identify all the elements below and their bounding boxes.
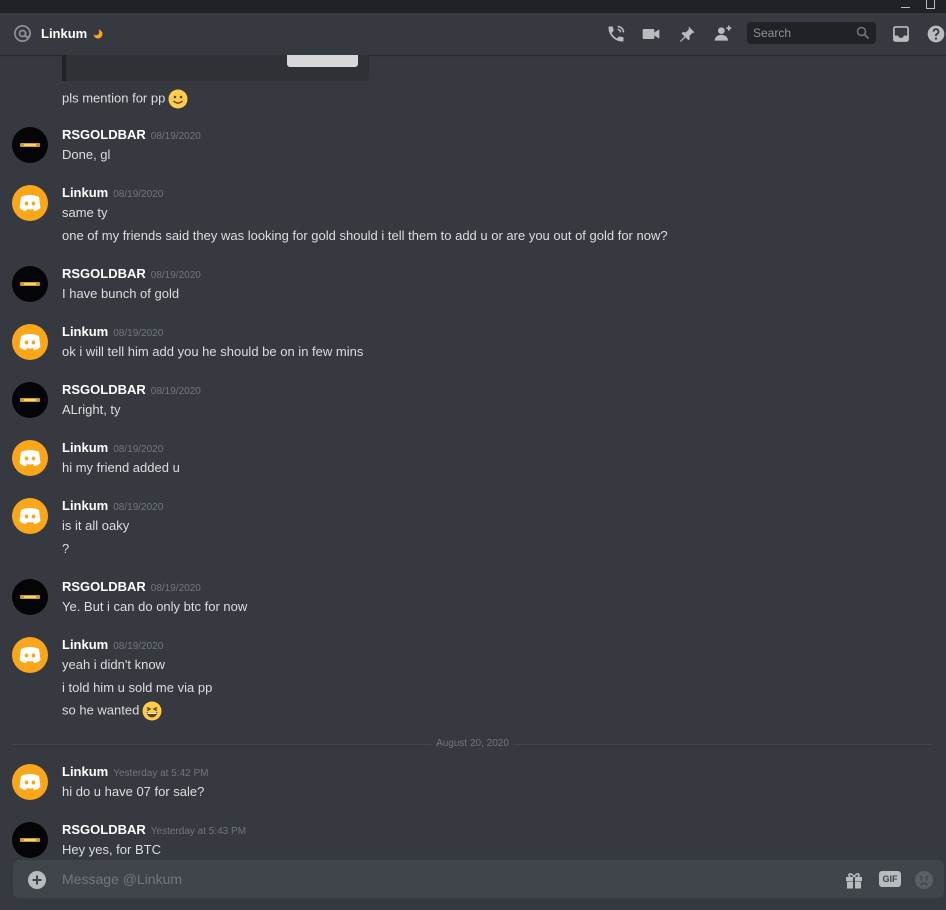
message-timestamp: Yesterday at 5:43 PM <box>150 826 247 837</box>
slightly-smiling-face-emoji <box>168 89 188 109</box>
embed-button[interactable] <box>287 55 358 67</box>
pin-icon[interactable] <box>676 24 698 44</box>
message-text: ALright, ty <box>62 402 121 417</box>
message-text: Ye. But i can do only btc for now <box>62 599 248 614</box>
message-list[interactable]: pls mention for pp RSGOLDBAR 08/19/2020 D… <box>0 55 946 860</box>
message-author[interactable]: Linkum <box>62 440 108 455</box>
message-author[interactable]: Linkum <box>62 185 108 200</box>
message-text: ok i will tell him add you he should be … <box>62 344 364 359</box>
message-text: one of my friends said they was looking … <box>62 228 668 243</box>
message-text: hi my friend added u <box>62 460 180 475</box>
message-text: so he wanted <box>62 702 140 718</box>
message-text: I have bunch of gold <box>62 286 180 301</box>
message-author[interactable]: Linkum <box>62 498 108 513</box>
message-text: ? <box>62 541 70 556</box>
discord-logo-icon <box>19 774 41 790</box>
message-composer: GIF <box>13 860 944 898</box>
maximize-icon[interactable] <box>926 0 935 9</box>
avatar[interactable] <box>12 822 48 858</box>
message-text: i told him u sold me via pp <box>62 680 213 695</box>
help-icon[interactable] <box>925 24 946 44</box>
message-author[interactable]: RSGOLDBAR <box>62 382 146 397</box>
message-author[interactable]: Linkum <box>62 324 108 339</box>
message-timestamp: 08/19/2020 <box>150 386 201 397</box>
discord-logo-icon <box>19 334 41 350</box>
avatar[interactable] <box>12 127 48 163</box>
gold-bar-avatar-icon <box>20 282 40 286</box>
avatar[interactable] <box>12 440 48 476</box>
emoji-picker-icon[interactable] <box>914 870 934 890</box>
message-text: same ty <box>62 205 108 220</box>
search-input[interactable] <box>747 22 853 44</box>
inbox-icon[interactable] <box>890 24 912 44</box>
message-input[interactable] <box>62 860 822 898</box>
video-icon[interactable] <box>640 24 662 44</box>
gold-bar-avatar-icon <box>20 595 40 599</box>
discord-logo-icon <box>19 647 41 663</box>
message-timestamp: 08/19/2020 <box>113 328 164 339</box>
discord-logo-icon <box>19 508 41 524</box>
message-timestamp: 08/19/2020 <box>113 444 164 455</box>
avatar[interactable] <box>12 764 48 800</box>
avatar[interactable] <box>12 266 48 302</box>
message-timestamp: 08/19/2020 <box>150 583 201 594</box>
message-text: Done, gl <box>62 147 111 162</box>
message-timestamp: 08/19/2020 <box>113 502 164 513</box>
window-titlebar <box>0 0 946 13</box>
discord-logo-icon <box>19 450 41 466</box>
at-icon <box>14 25 31 42</box>
link-embed <box>62 55 369 81</box>
add-attachment-icon[interactable] <box>28 871 46 889</box>
gold-bar-avatar-icon <box>20 398 40 402</box>
message-author[interactable]: RSGOLDBAR <box>62 579 146 594</box>
message-author[interactable]: RSGOLDBAR <box>62 127 146 142</box>
minimize-icon[interactable] <box>901 7 910 8</box>
channel-title: Linkum <box>41 26 88 41</box>
call-icon[interactable] <box>605 24 627 44</box>
avatar[interactable] <box>12 498 48 534</box>
avatar[interactable] <box>12 382 48 418</box>
avatar[interactable] <box>12 637 48 673</box>
message-author[interactable]: RSGOLDBAR <box>62 266 146 281</box>
add-friend-icon[interactable] <box>712 24 734 44</box>
date-divider-label: August 20, 2020 <box>431 738 514 749</box>
gift-icon[interactable] <box>844 870 864 890</box>
message-timestamp: 08/19/2020 <box>150 131 201 142</box>
message-text: is it all oaky <box>62 518 130 533</box>
date-divider: August 20, 2020 <box>12 738 933 749</box>
message-text: pls mention for pp <box>62 90 166 106</box>
discord-logo-icon <box>19 195 41 211</box>
grinning-squinting-face-emoji <box>142 701 162 721</box>
avatar[interactable] <box>12 185 48 221</box>
gold-bar-avatar-icon <box>20 838 40 842</box>
message-text: Hey yes, for BTC <box>62 842 161 857</box>
gif-button[interactable]: GIF <box>879 871 901 887</box>
avatar[interactable] <box>12 579 48 615</box>
message-author[interactable]: RSGOLDBAR <box>62 822 146 837</box>
channel-header: Linkum <box>0 13 946 55</box>
message-timestamp: 08/19/2020 <box>113 641 164 652</box>
moon-status-icon <box>93 29 103 39</box>
message-timestamp: 08/19/2020 <box>150 270 201 281</box>
message-text: yeah i didn't know <box>62 657 165 672</box>
message-text: hi do u have 07 for sale? <box>62 784 205 799</box>
gold-bar-avatar-icon <box>20 143 40 147</box>
message-author[interactable]: Linkum <box>62 764 108 779</box>
message-author[interactable]: Linkum <box>62 637 108 652</box>
avatar[interactable] <box>12 324 48 360</box>
message-timestamp: 08/19/2020 <box>113 189 164 200</box>
search-box[interactable] <box>747 22 876 44</box>
message-timestamp: Yesterday at 5:42 PM <box>113 768 209 779</box>
search-icon <box>856 26 870 40</box>
